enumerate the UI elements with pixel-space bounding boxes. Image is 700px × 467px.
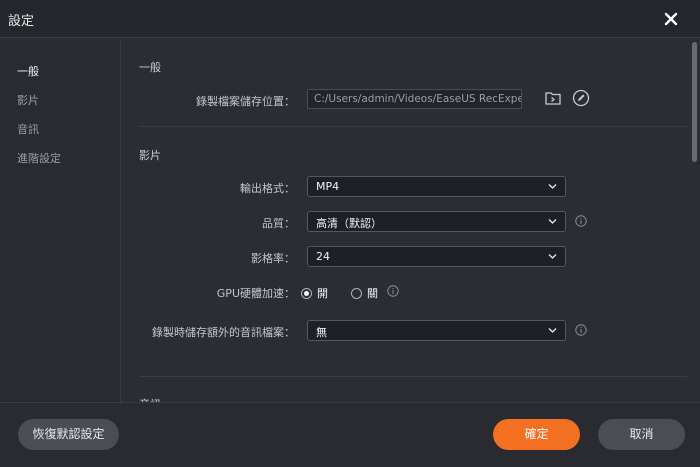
section-title-video: 影片 bbox=[139, 149, 161, 162]
sidebar-item-general[interactable]: 一般 bbox=[17, 63, 39, 79]
section-divider bbox=[139, 126, 687, 127]
save-location-field[interactable]: C:/Users/admin/Videos/EaseUS RecExperts bbox=[307, 89, 522, 109]
quality-select[interactable]: 高清（默認） bbox=[307, 211, 566, 232]
extra-audio-label: 錄製時儲存額外的音訊檔案： bbox=[152, 326, 295, 339]
info-icon[interactable] bbox=[575, 215, 587, 227]
format-label: 輸出格式： bbox=[240, 182, 295, 195]
chevron-down-icon bbox=[548, 184, 557, 189]
sidebar: 一般 影片 音訊 進階設定 bbox=[0, 39, 121, 402]
chevron-down-icon bbox=[548, 254, 557, 259]
title-bar: 設定 bbox=[0, 0, 700, 38]
gpu-off-radio[interactable]: 關 bbox=[351, 285, 378, 301]
quality-value: 高清（默認） bbox=[316, 217, 382, 230]
quality-label: 品質： bbox=[262, 217, 295, 230]
gpu-label: GPU硬體加速： bbox=[216, 287, 295, 300]
settings-content: 一般 錄製檔案儲存位置： C:/Users/admin/Videos/EaseU… bbox=[122, 39, 700, 402]
format-select[interactable]: MP4 bbox=[307, 176, 566, 197]
reset-defaults-button[interactable]: 恢復默認設定 bbox=[18, 419, 119, 450]
radio-dot-selected bbox=[301, 287, 312, 299]
section-divider bbox=[139, 376, 687, 377]
gpu-off-label: 關 bbox=[367, 287, 378, 300]
footer: 恢復默認設定 確定 取消 bbox=[0, 402, 700, 467]
extra-audio-select[interactable]: 無 bbox=[307, 320, 566, 341]
info-icon[interactable] bbox=[575, 324, 587, 336]
edit-icon bbox=[572, 89, 590, 107]
sidebar-item-video[interactable]: 影片 bbox=[17, 92, 39, 108]
chevron-down-icon bbox=[548, 219, 557, 224]
cancel-button[interactable]: 取消 bbox=[598, 419, 685, 450]
ok-button[interactable]: 確定 bbox=[493, 419, 580, 450]
save-location-label: 錄製檔案儲存位置： bbox=[196, 95, 295, 108]
scrollbar-thumb[interactable] bbox=[692, 42, 697, 162]
format-value: MP4 bbox=[316, 180, 340, 193]
framerate-select[interactable]: 24 bbox=[307, 246, 566, 267]
extra-audio-value: 無 bbox=[316, 326, 327, 339]
window-title: 設定 bbox=[8, 14, 35, 29]
close-icon bbox=[664, 12, 678, 26]
sidebar-item-audio[interactable]: 音訊 bbox=[17, 121, 39, 137]
close-button[interactable] bbox=[660, 8, 682, 30]
edit-path-button[interactable] bbox=[572, 89, 590, 107]
sidebar-item-advanced[interactable]: 進階設定 bbox=[17, 150, 61, 166]
info-icon[interactable] bbox=[387, 285, 399, 297]
gpu-on-label: 開 bbox=[317, 287, 328, 300]
section-title-general: 一般 bbox=[139, 61, 161, 74]
gpu-on-radio[interactable]: 開 bbox=[301, 285, 328, 301]
browse-folder-button[interactable] bbox=[544, 89, 562, 107]
folder-open-icon bbox=[545, 92, 561, 105]
framerate-label: 影格率： bbox=[251, 252, 295, 265]
radio-dot bbox=[351, 287, 362, 299]
framerate-value: 24 bbox=[316, 250, 330, 263]
chevron-down-icon bbox=[548, 328, 557, 333]
